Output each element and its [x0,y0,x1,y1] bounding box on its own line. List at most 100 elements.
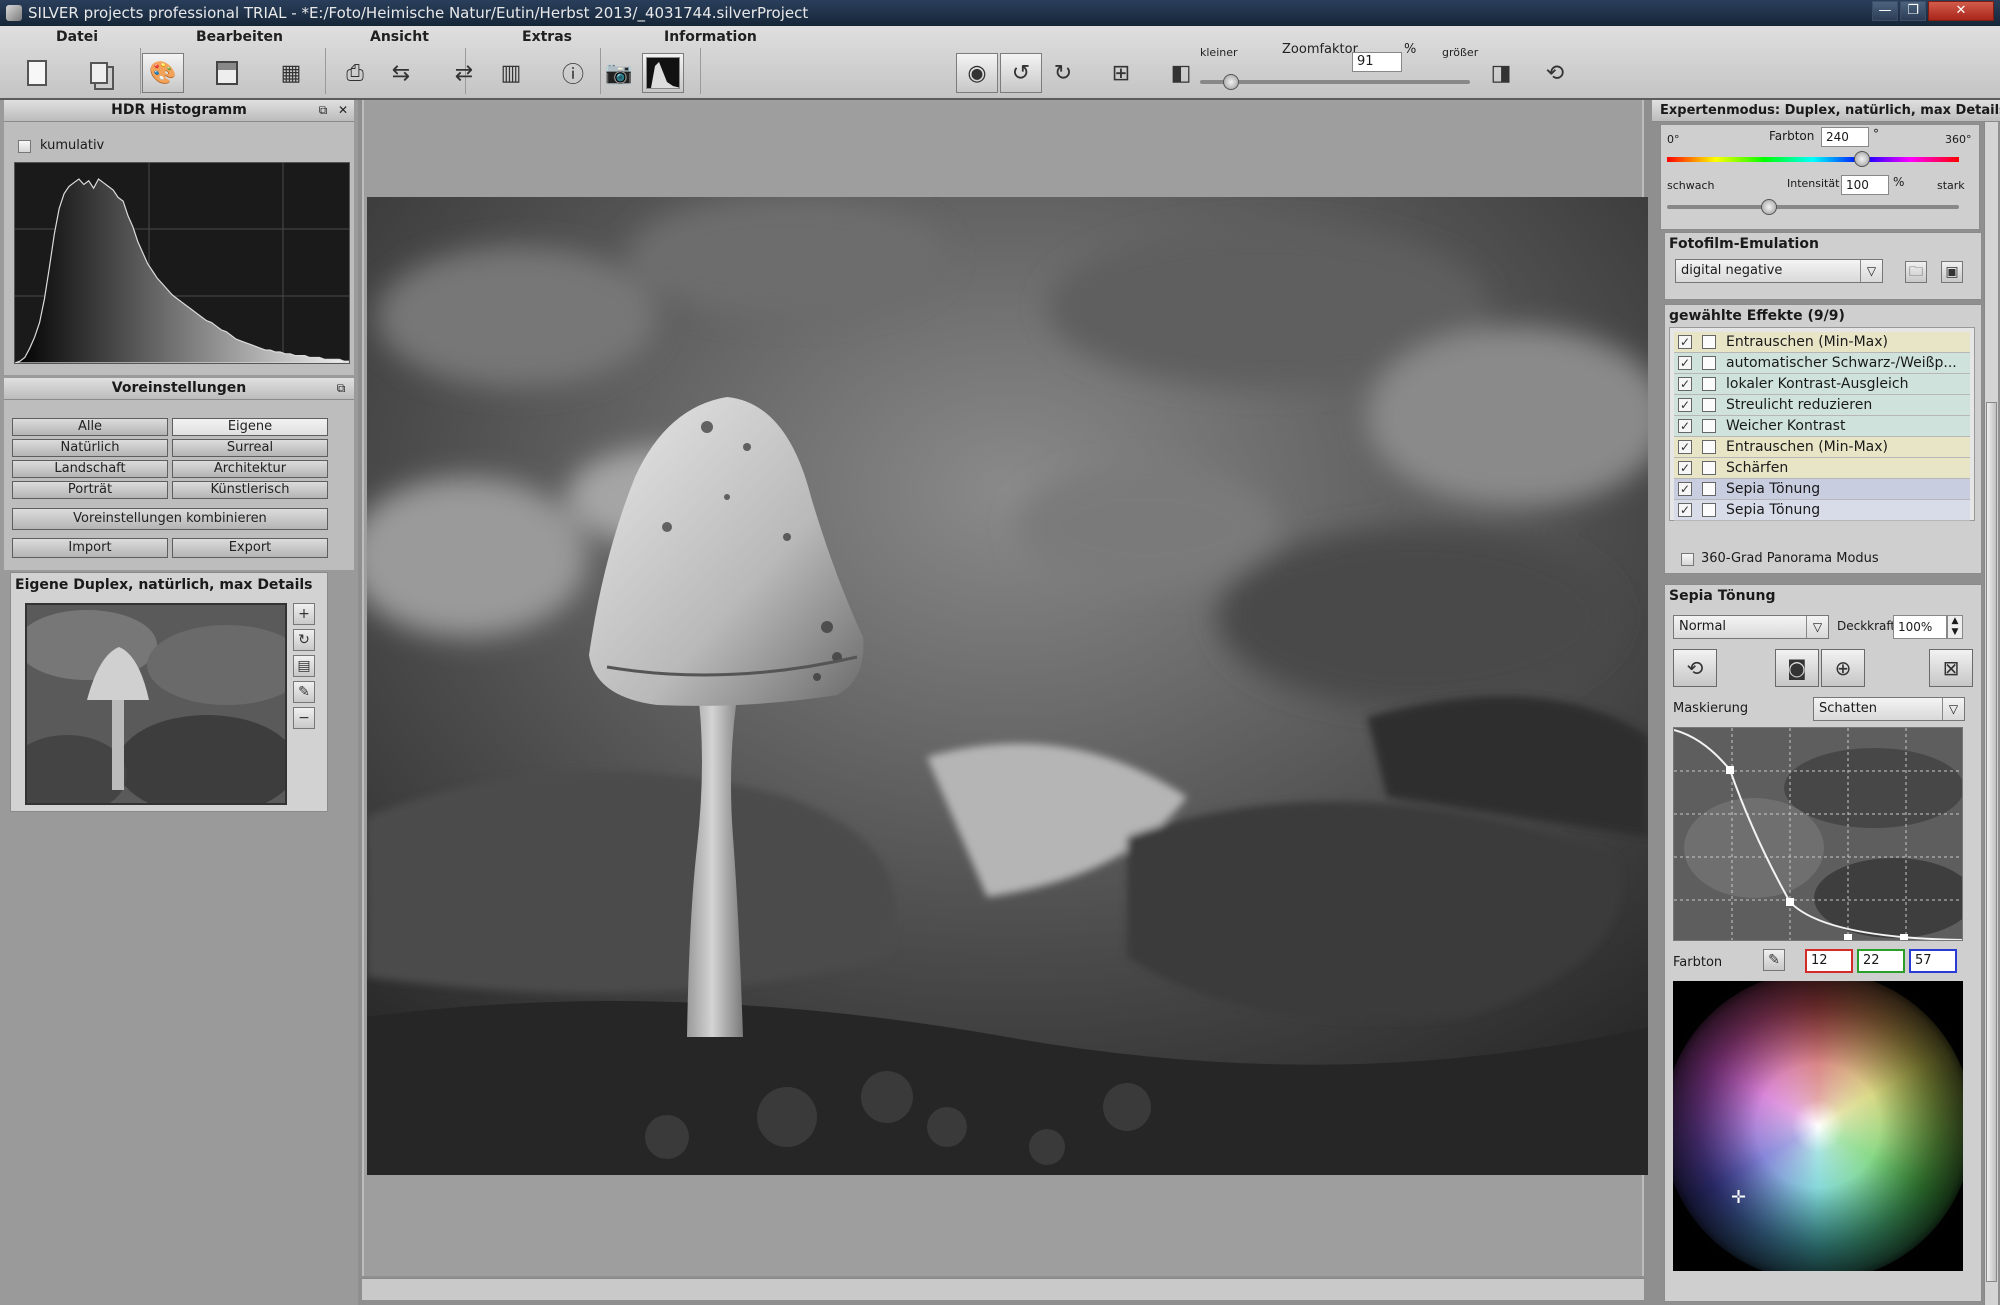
preset-portrait-button[interactable]: Porträt [12,481,168,499]
photo-canvas[interactable] [367,197,1649,1175]
add-preset-icon[interactable]: + [293,603,315,625]
menu-extras[interactable]: Extras [522,29,572,45]
histogram-toggle-button[interactable] [642,53,684,93]
preset-preview-thumbnail[interactable] [25,603,287,805]
effect-enabled-checkbox[interactable]: ✓ [1678,335,1692,349]
combine-presets-button[interactable]: Voreinstellungen kombinieren [12,508,328,530]
effect-mask-icon[interactable] [1702,419,1716,433]
info-button[interactable]: ⓘ [552,53,594,93]
split-view-button[interactable]: ▥ [490,53,532,93]
effect-enabled-checkbox[interactable]: ✓ [1678,398,1692,412]
effect-mask-icon[interactable] [1702,335,1716,349]
zoom-in-button[interactable]: ◨ [1480,53,1522,93]
hue-slider-thumb[interactable] [1853,151,1870,167]
effect-add-button[interactable]: ⊕ [1821,649,1865,687]
menu-information[interactable]: Information [664,29,757,45]
menu-datei[interactable]: Datei [56,29,98,45]
effect-row[interactable]: ✓ Weicher Kontrast [1674,416,1970,437]
blend-mode-select[interactable]: Normal ▽ [1673,615,1829,639]
batch-button[interactable]: ⇆ [380,53,422,93]
edit-preset-icon[interactable]: ✎ [293,681,315,703]
green-input[interactable]: 22 [1857,949,1905,973]
effect-row[interactable]: ✓ lokaler Kontrast-Ausgleich [1674,374,1970,395]
rotate-right-button[interactable]: ↻ [1042,53,1084,93]
undock-icon[interactable]: ⧉ [334,381,348,395]
grid-button[interactable]: ⊞ [1100,53,1142,93]
panorama-checkbox[interactable] [1681,553,1694,566]
effect-mask-icon[interactable] [1702,482,1716,496]
camera-button[interactable]: 📷 [598,53,640,93]
export-button[interactable]: Export [172,538,328,558]
preset-architecture-button[interactable]: Architektur [172,460,328,478]
preset-own-button[interactable]: Eigene [172,418,328,436]
right-panel-scrollbar[interactable] [1984,122,1998,1305]
preset-natural-button[interactable]: Natürlich [12,439,168,457]
menu-ansicht[interactable]: Ansicht [370,29,429,45]
palette-button[interactable]: 🎨 [142,53,184,93]
effect-camera-button[interactable]: ◙ [1775,649,1819,687]
effect-enabled-checkbox[interactable]: ✓ [1678,419,1692,433]
rotate-left-button[interactable]: ↺ [1000,53,1042,93]
refresh-preset-icon[interactable]: ↻ [293,629,315,651]
preset-artistic-button[interactable]: Künstlerisch [172,481,328,499]
effect-row[interactable]: ✓ Sepia Tönung [1674,479,1970,500]
effect-row[interactable]: ✓ Streulicht reduzieren [1674,395,1970,416]
preset-surreal-button[interactable]: Surreal [172,439,328,457]
intensity-slider-track[interactable] [1667,205,1959,209]
effect-mask-icon[interactable] [1702,398,1716,412]
close-button[interactable]: ✕ [1928,1,1994,21]
effect-row[interactable]: ✓ Sepia Tönung [1674,500,1970,521]
effect-enabled-checkbox[interactable]: ✓ [1678,482,1692,496]
opacity-stepper[interactable]: ▲ ▼ [1947,615,1963,639]
eye-preview-button[interactable]: ◉ [956,53,998,93]
close-panel-icon[interactable]: ✕ [336,103,350,117]
film-manage-icon[interactable]: ▣ [1941,261,1963,283]
hue-slider-track[interactable] [1667,157,1959,162]
intensity-input[interactable]: 100 [1841,175,1889,195]
zoom-out-button[interactable]: ◧ [1160,53,1202,93]
effect-reset-button[interactable]: ⟲ [1673,649,1717,687]
minimize-button[interactable]: — [1872,1,1898,21]
new-project-button[interactable] [16,53,58,93]
intensity-slider-thumb[interactable] [1761,199,1778,215]
import-button[interactable]: Import [12,538,168,558]
preset-landscape-button[interactable]: Landschaft [12,460,168,478]
undock-icon[interactable]: ⧉ [316,103,330,117]
fit-view-button[interactable]: ⟲ [1534,53,1576,93]
effect-enabled-checkbox[interactable]: ✓ [1678,503,1692,517]
masking-mode-select[interactable]: Schatten ▽ [1813,697,1965,721]
effect-enabled-checkbox[interactable]: ✓ [1678,440,1692,454]
effect-row[interactable]: ✓ automatischer Schwarz-/Weißp... [1674,353,1970,374]
effect-enabled-checkbox[interactable]: ✓ [1678,356,1692,370]
preset-all-button[interactable]: Alle [12,418,168,436]
effect-mask-icon[interactable] [1702,377,1716,391]
save-preset-icon[interactable]: ▤ [293,655,315,677]
effect-row[interactable]: ✓ Entrauschen (Min-Max) [1674,437,1970,458]
effect-enabled-checkbox[interactable]: ✓ [1678,377,1692,391]
eyedropper-icon[interactable]: ✎ [1763,949,1785,971]
effect-row[interactable]: ✓ Schärfen [1674,458,1970,479]
save-as-button[interactable]: ▦ [270,53,312,93]
effect-enabled-checkbox[interactable]: ✓ [1678,461,1692,475]
effect-delete-button[interactable]: ⊠ [1929,649,1973,687]
maximize-button[interactable]: ❐ [1900,1,1926,21]
effect-mask-icon[interactable] [1702,356,1716,370]
film-emulation-select[interactable]: digital negative ▽ [1675,259,1883,283]
blue-input[interactable]: 57 [1909,949,1957,973]
color-wheel[interactable]: ✛ [1673,981,1963,1271]
export-image-button[interactable]: ⎙ [334,53,376,93]
effect-mask-icon[interactable] [1702,503,1716,517]
cumulative-checkbox[interactable] [18,140,31,153]
effect-mask-icon[interactable] [1702,440,1716,454]
save-button[interactable] [206,53,248,93]
color-picker-crosshair-icon[interactable]: ✛ [1731,1189,1746,1207]
remove-preset-icon[interactable]: − [293,707,315,729]
compare-button[interactable]: ⇄ [443,53,485,93]
open-project-button[interactable] [78,53,120,93]
horizontal-scrollbar[interactable] [362,1278,1644,1300]
menu-bearbeiten[interactable]: Bearbeiten [196,29,283,45]
effect-mask-icon[interactable] [1702,461,1716,475]
film-folder-icon[interactable]: 🗀 [1905,261,1927,283]
mask-curve-editor[interactable] [1673,727,1963,941]
scrollbar-thumb[interactable] [1986,402,1997,1282]
